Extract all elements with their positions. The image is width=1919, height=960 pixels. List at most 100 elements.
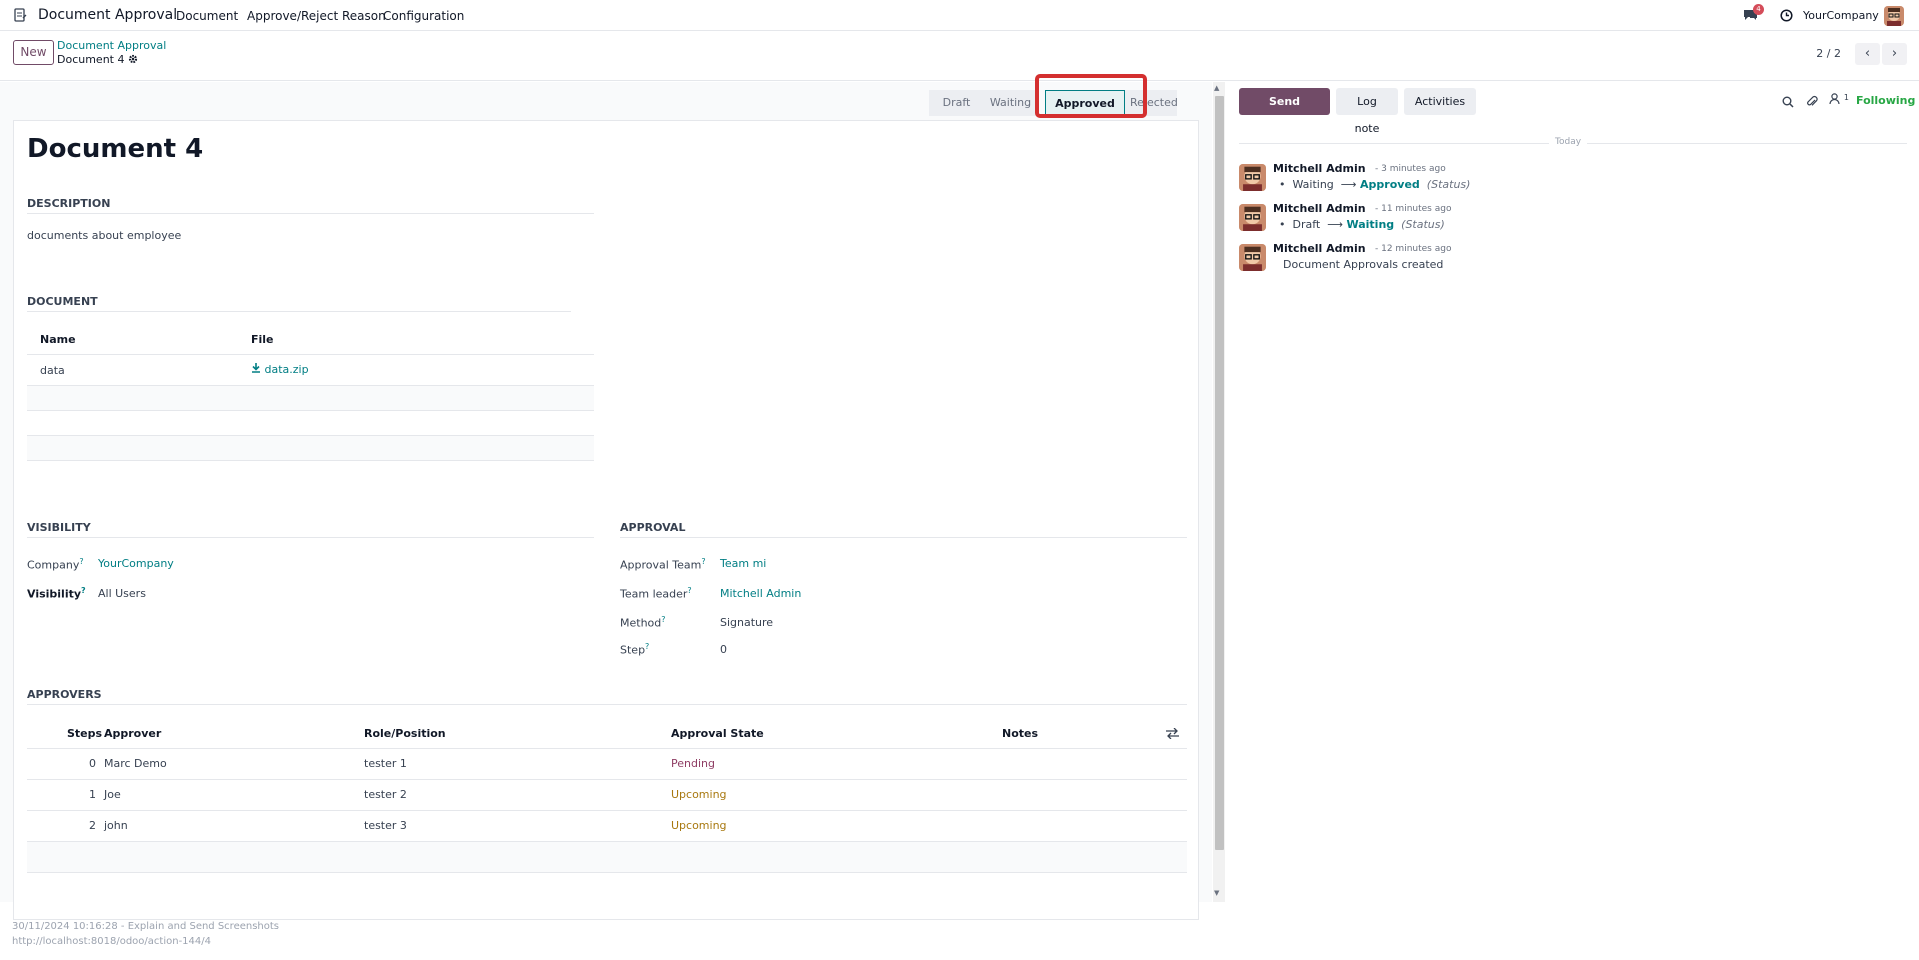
approvers-table: Steps Approver Role/Position Approval St… — [27, 717, 1187, 927]
author-avatar[interactable] — [1239, 244, 1266, 271]
form-sheet: Document 4 DESCRIPTION documents about e… — [13, 120, 1199, 920]
document-file-link[interactable]: data.zip — [251, 363, 309, 376]
menu-configuration[interactable]: Configuration — [383, 9, 464, 23]
followers-button[interactable]: 1 — [1829, 93, 1849, 108]
step-label: Step? — [620, 642, 649, 657]
user-avatar[interactable] — [1884, 6, 1904, 26]
screenshot-timestamp: 30/11/2024 10:16:28 - Explain and Send S… — [12, 921, 280, 932]
stage-waiting[interactable]: Waiting — [984, 90, 1037, 116]
approvers-separator — [27, 704, 1187, 705]
approval-state-cell: Upcoming — [671, 819, 727, 832]
document-separator — [27, 311, 571, 312]
help-icon[interactable]: ? — [645, 642, 649, 651]
empty-row — [27, 436, 594, 460]
column-role-position[interactable]: Role/Position — [364, 727, 446, 740]
scroll-up-icon[interactable]: ▲ — [1214, 84, 1219, 92]
table-row-line — [27, 410, 594, 411]
step-cell: 0 — [89, 757, 96, 770]
role-cell: tester 2 — [364, 788, 407, 801]
message-time: - 3 minutes ago — [1375, 164, 1446, 174]
new-button[interactable]: New — [13, 40, 54, 65]
company-field[interactable]: YourCompany — [98, 557, 174, 570]
app-icon[interactable] — [13, 8, 27, 22]
message-author[interactable]: Mitchell Admin — [1273, 162, 1366, 175]
approval-team-label-text: Approval Team — [620, 558, 702, 572]
gear-icon[interactable] — [128, 54, 138, 64]
tracking-old-value: Waiting — [1292, 178, 1334, 191]
table-row[interactable]: 0 Marc Demo tester 1 Pending — [27, 749, 1187, 779]
column-name[interactable]: Name — [40, 333, 76, 346]
method-field[interactable]: Signature — [720, 616, 773, 629]
clock-icon[interactable] — [1780, 9, 1793, 22]
chevron-right-icon: › — [1891, 46, 1898, 61]
following-button[interactable]: Following — [1856, 94, 1915, 107]
author-avatar-image — [1239, 244, 1266, 271]
help-icon[interactable]: ? — [661, 615, 665, 624]
chatter-panel: Send message Log note Activities 1 Follo… — [1226, 82, 1919, 902]
method-label-text: Method — [620, 616, 662, 630]
step-field[interactable]: 0 — [720, 643, 727, 656]
pager-value[interactable]: 2 / 2 — [1816, 47, 1841, 60]
message-author[interactable]: Mitchell Admin — [1273, 202, 1366, 215]
column-approval-state[interactable]: Approval State — [671, 727, 764, 740]
table-header-line — [27, 354, 594, 355]
team-leader-field[interactable]: Mitchell Admin — [720, 587, 801, 600]
approver-cell: Marc Demo — [104, 757, 167, 770]
column-approver[interactable]: Approver — [104, 727, 161, 740]
description-header: DESCRIPTION — [27, 197, 111, 210]
form-view: Draft Waiting Rejected Approved Document… — [0, 74, 1212, 920]
column-file[interactable]: File — [251, 333, 274, 346]
tracking-field: (Status) — [1426, 178, 1471, 191]
user-avatar-image — [1884, 6, 1904, 26]
help-icon[interactable]: ? — [81, 586, 86, 595]
optional-columns-icon[interactable] — [1166, 728, 1179, 739]
scroll-down-icon[interactable]: ▼ — [1214, 889, 1219, 897]
tracking-field: (Status) — [1401, 218, 1445, 231]
author-avatar[interactable] — [1239, 164, 1266, 191]
description-field[interactable]: documents about employee — [27, 229, 181, 242]
visibility-separator — [27, 537, 594, 538]
table-row-line — [27, 872, 1187, 873]
pager-next-button[interactable]: › — [1882, 43, 1907, 65]
pager-previous-button[interactable]: ‹ — [1855, 43, 1880, 65]
screenshot-url: http://localhost:8018/odoo/action-144/4 — [12, 936, 211, 947]
chatter-message: Mitchell Admin - 11 minutes ago • Draft … — [1239, 202, 1907, 238]
visibility-field[interactable]: All Users — [98, 587, 146, 600]
author-avatar[interactable] — [1239, 204, 1266, 231]
breadcrumb-parent[interactable]: Document Approval — [57, 39, 166, 52]
messages-badge: 4 — [1753, 4, 1764, 15]
menu-document[interactable]: Document — [176, 9, 238, 23]
stage-draft[interactable]: Draft — [929, 90, 984, 116]
app-title[interactable]: Document Approval — [38, 7, 177, 23]
chatter-message: Mitchell Admin - 3 minutes ago • Waiting… — [1239, 162, 1907, 198]
form-scrollbar-thumb[interactable] — [1215, 96, 1224, 850]
approval-team-field[interactable]: Team mi — [720, 557, 766, 570]
activities-button[interactable]: Activities — [1404, 88, 1476, 115]
company-switcher[interactable]: YourCompany — [1803, 9, 1879, 22]
message-author[interactable]: Mitchell Admin — [1273, 242, 1366, 255]
team-leader-label: Team leader? — [620, 586, 692, 601]
company-label-text: Company — [27, 558, 80, 572]
help-icon[interactable]: ? — [79, 557, 83, 566]
search-icon[interactable] — [1782, 96, 1794, 108]
column-steps[interactable]: Steps — [67, 727, 102, 740]
record-title: Document 4 — [27, 134, 204, 164]
user-icon — [1829, 93, 1840, 105]
help-icon[interactable]: ? — [687, 586, 691, 595]
visibility-label-text: Visibility — [27, 587, 82, 601]
messages-button[interactable]: 4 — [1743, 4, 1764, 22]
tracking-new-value: Waiting — [1346, 218, 1395, 231]
paperclip-icon[interactable] — [1806, 95, 1818, 108]
approvers-header: APPROVERS — [27, 688, 102, 701]
log-note-button[interactable]: Log note — [1336, 88, 1398, 135]
menu-approve-reject-reason[interactable]: Approve/Reject Reason — [247, 9, 386, 23]
send-message-button[interactable]: Send message — [1239, 88, 1330, 135]
help-icon[interactable]: ? — [701, 557, 705, 566]
date-separator: Today — [1549, 137, 1588, 147]
document-name-cell[interactable]: data — [40, 364, 65, 377]
step-cell: 1 — [89, 788, 96, 801]
visibility-header: VISIBILITY — [27, 521, 91, 534]
column-notes[interactable]: Notes — [1002, 727, 1038, 740]
table-row[interactable]: 2 john tester 3 Upcoming — [27, 811, 1187, 841]
table-row[interactable]: 1 Joe tester 2 Upcoming — [27, 780, 1187, 810]
